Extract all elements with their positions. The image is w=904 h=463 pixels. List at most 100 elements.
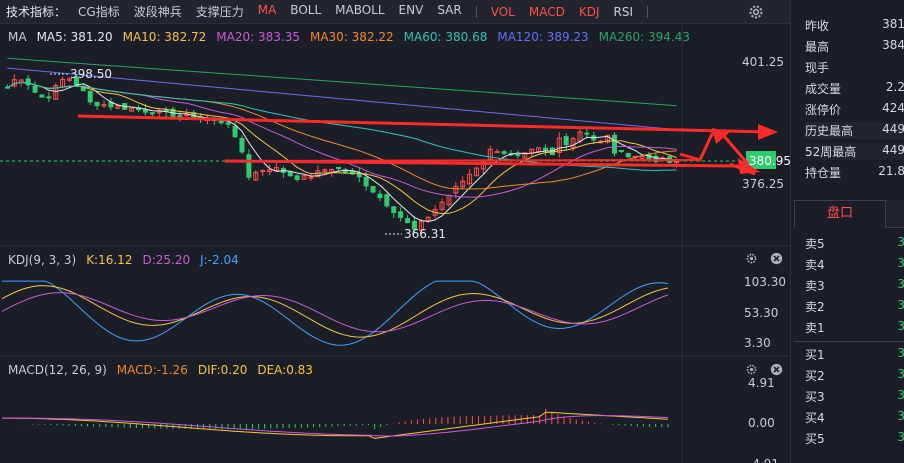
- quote-stat-row: 52周最高 449: [805, 143, 904, 160]
- legend-item: MACD(12, 26, 9): [8, 363, 107, 377]
- kdj-axis-label: 103.30: [744, 275, 786, 289]
- candle-body: [149, 112, 155, 115]
- ma-legend: MA MA5: 381.20 MA10: 382.72 MA20: 383.35 MA3…: [8, 30, 690, 44]
- tab-sar[interactable]: SAR: [437, 3, 461, 20]
- quote-stat-row: 昨收 381: [805, 17, 904, 34]
- legend-item: MA10: 382.72: [122, 30, 207, 44]
- candle-body: [377, 193, 383, 199]
- candle-body: [611, 134, 617, 154]
- candle-body: [32, 85, 38, 93]
- high-price-label: 398.50: [70, 67, 112, 81]
- orderbook-label: 买3: [805, 390, 825, 404]
- tab-macd[interactable]: MACD: [529, 5, 565, 19]
- kdj-legend: KDJ(9, 3, 3) K:16.12 D:25.20 J:-2.04: [8, 253, 239, 267]
- trend-arrow-line: [234, 159, 701, 162]
- quote-stat-label: 历史最高: [805, 124, 854, 138]
- candle-body: [384, 194, 390, 207]
- orderbook-divider: [794, 341, 904, 342]
- quote-stat-row: 涨停价 424: [805, 101, 904, 118]
- current-price-label: 380.95: [749, 154, 790, 168]
- quote-stat-label: 持仓量: [805, 166, 842, 180]
- candle-body: [225, 122, 231, 125]
- orderbook-value: 3: [897, 298, 904, 312]
- tab-kdj[interactable]: KDJ: [579, 5, 600, 19]
- tab-ma[interactable]: MA: [258, 3, 277, 20]
- legend-item: DIF:0.20: [197, 363, 248, 377]
- candle-body: [287, 171, 293, 177]
- orderbook-sell-row[interactable]: 卖5 3: [805, 235, 904, 252]
- tab-波段神兵[interactable]: 波段神兵: [134, 3, 182, 20]
- quote-stat-row: 成交量 2.2: [805, 80, 904, 97]
- legend-item: K:16.12: [86, 253, 133, 267]
- orderbook-value: 3: [897, 319, 904, 333]
- tab-rsi[interactable]: RSI: [614, 5, 634, 19]
- orderbook-buy-row[interactable]: 买2 3: [805, 367, 904, 384]
- close-icon[interactable]: [770, 363, 783, 376]
- legend-item: MA30: 382.22: [309, 30, 394, 44]
- kline-chart-area[interactable]: 380.95 401.25 376.25 398.50 366.31 103.30 53.…: [0, 24, 790, 463]
- legend-item: D:25.20: [142, 253, 191, 267]
- orderbook-label: 买2: [805, 369, 825, 383]
- quote-stat-label: 昨收: [805, 19, 830, 33]
- candle-body: [46, 96, 52, 99]
- legend-item: MA20: 383.35: [216, 30, 300, 44]
- candle-body: [515, 153, 521, 157]
- tab-other[interactable]: [886, 200, 904, 228]
- candle-body: [398, 211, 404, 218]
- tab-cg指标[interactable]: CG指标: [78, 3, 120, 20]
- orderbook-label: 卖5: [805, 237, 825, 251]
- macd-axis-label: 0.00: [748, 416, 775, 430]
- low-price-label: 366.31: [404, 227, 446, 241]
- quote-stat-label: 52周最高: [805, 145, 857, 159]
- orderbook-value: 3: [897, 409, 904, 423]
- candle-body: [584, 132, 590, 135]
- tab-boll[interactable]: BOLL: [290, 3, 321, 20]
- orderbook-value: 3: [897, 430, 904, 444]
- tab-vol[interactable]: VOL: [491, 5, 515, 19]
- orderbook-tabs: 盘口: [794, 200, 904, 228]
- orderbook-value: 3: [897, 388, 904, 402]
- candle-body: [87, 90, 93, 103]
- quote-stat-row: 历史最高 449: [805, 122, 904, 139]
- candle-body: [370, 185, 376, 193]
- quote-stat-label: 涨停价: [805, 103, 842, 117]
- kdj-axis-label: 53.30: [744, 306, 778, 320]
- quote-stat-value: 449: [882, 143, 904, 157]
- candle-body: [542, 147, 548, 151]
- candle-body: [246, 154, 252, 178]
- candle-body: [391, 206, 397, 214]
- orderbook-buy-row[interactable]: 买5 3: [805, 430, 904, 447]
- orderbook-sell-row[interactable]: 卖3 3: [805, 277, 904, 294]
- orderbook-sell-row[interactable]: 卖1 3: [805, 319, 904, 336]
- legend-item: KDJ(9, 3, 3): [8, 253, 77, 267]
- candle-body: [625, 152, 631, 158]
- candle-body: [363, 176, 369, 187]
- tab-env[interactable]: ENV: [399, 3, 424, 20]
- close-icon[interactable]: [770, 252, 783, 265]
- orderbook-buy-row[interactable]: 买3 3: [805, 388, 904, 405]
- orderbook-label: 买1: [805, 348, 825, 362]
- settings-gear-icon[interactable]: [748, 4, 764, 20]
- price-axis-label: 376.25: [742, 177, 784, 191]
- tab-maboll[interactable]: MABOLL: [335, 3, 384, 20]
- quote-stat-value: 2.2: [885, 80, 904, 94]
- candle-body: [618, 149, 624, 152]
- tab-支撑压力[interactable]: 支撑压力: [196, 3, 244, 20]
- orderbook-buy-row[interactable]: 买4 3: [805, 409, 904, 426]
- orderbook-sell-row[interactable]: 卖4 3: [805, 256, 904, 273]
- candle-body: [39, 94, 45, 98]
- settings-gear-icon[interactable]: [745, 252, 758, 265]
- legend-item: MA5: 381.20: [36, 30, 113, 44]
- orderbook-sell-row[interactable]: 卖2 3: [805, 298, 904, 315]
- legend-item: MA120: 389.23: [497, 30, 589, 44]
- candle-body: [239, 137, 245, 153]
- quote-stat-label: 最高: [805, 40, 830, 54]
- toolbar-label: 技术指标：: [6, 5, 67, 19]
- price-axis-label: 401.25: [742, 55, 784, 69]
- macd-axis-label: -4.91: [748, 457, 779, 463]
- settings-gear-icon[interactable]: [745, 363, 758, 376]
- orderbook-buy-row[interactable]: 买1 3: [805, 346, 904, 363]
- candle-body: [494, 151, 500, 154]
- indicator-toolbar: 技术指标： CG指标 波段神兵 支撑压力 MA BOLL MABOLL ENV SAR VOL…: [0, 0, 790, 24]
- tab-orderbook[interactable]: 盘口: [794, 200, 886, 228]
